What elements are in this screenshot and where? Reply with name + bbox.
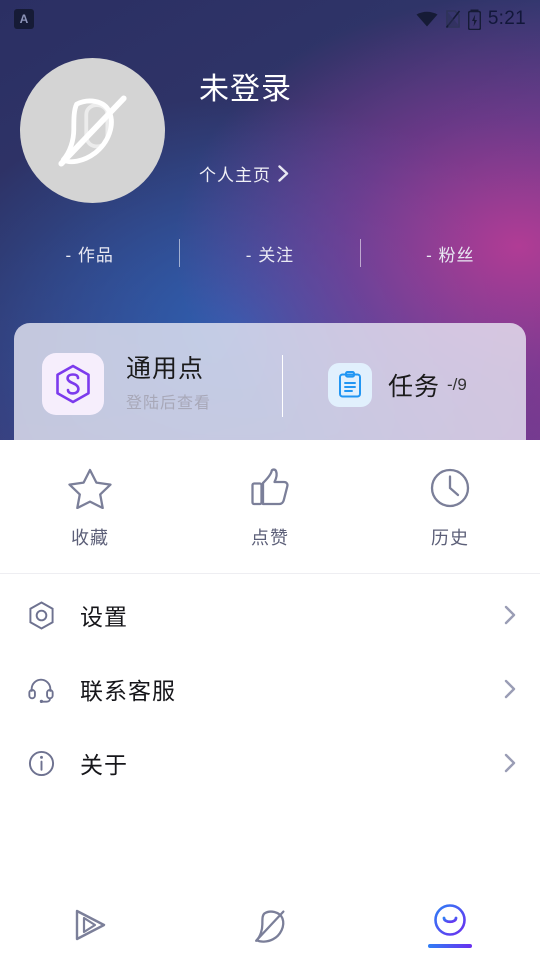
content-sheet: 收藏 点赞 历史 设置 联系客服 关于 <box>0 440 540 900</box>
stat-works[interactable]: - 作品 <box>0 241 179 266</box>
task-section[interactable]: 任务 -/9 <box>283 323 467 407</box>
chevron-right-icon <box>278 165 289 182</box>
menu-item-contact-support-label: 联系客服 <box>80 678 176 704</box>
personal-homepage-link[interactable]: 个人主页 <box>199 161 292 186</box>
smiley-profile-icon <box>434 904 466 936</box>
quick-action-favorites[interactable]: 收藏 <box>15 467 165 550</box>
leaf-logo-icon <box>255 910 285 943</box>
bottom-navigation <box>0 890 540 960</box>
status-bar-left: A <box>14 9 34 29</box>
menu-item-contact-support[interactable]: 联系客服 <box>0 652 540 726</box>
avatar[interactable] <box>20 58 165 203</box>
stat-following-label: 关注 <box>258 245 295 265</box>
menu-item-settings[interactable]: 设置 <box>0 578 540 652</box>
quick-action-favorites-label: 收藏 <box>71 528 109 548</box>
personal-homepage-label: 个人主页 <box>199 166 271 185</box>
chevron-right-icon <box>504 679 516 699</box>
stat-following[interactable]: - 关注 <box>180 241 359 266</box>
clipboard-task-icon <box>328 363 372 407</box>
menu-item-settings-label: 设置 <box>80 604 128 630</box>
nav-item-profile[interactable] <box>360 890 540 960</box>
stat-works-value: - <box>65 245 73 265</box>
task-count: -/9 <box>447 375 467 394</box>
hexagon-points-icon <box>42 353 104 415</box>
quick-action-likes-label: 点赞 <box>251 528 289 548</box>
star-icon <box>68 468 112 509</box>
thumbs-up-icon <box>251 468 289 506</box>
notification-badge-icon: A <box>14 9 34 29</box>
default-avatar-logo-icon <box>57 94 127 167</box>
quick-action-likes[interactable]: 点赞 <box>195 467 345 550</box>
profile-stats: - 作品 - 关注 - 粉丝 <box>0 237 540 269</box>
points-subtitle: 登陆后查看 <box>126 394 212 412</box>
profile-info: 未登录 个人主页 <box>199 58 292 186</box>
battery-charging-icon <box>467 9 481 30</box>
stat-works-label: 作品 <box>77 245 114 265</box>
task-label: 任务 <box>388 373 441 401</box>
nav-item-play[interactable] <box>0 890 180 960</box>
points-text: 通用点 登陆后查看 <box>126 355 211 413</box>
profile-screen: A 5:21 未登录 个人主页 - 作品 - 关注 - 粉丝 通用点 登陆后查看… <box>0 0 540 960</box>
quick-action-history-label: 历史 <box>431 528 469 548</box>
sim-card-off-icon <box>445 10 460 28</box>
stat-fans-label: 粉丝 <box>438 245 475 265</box>
menu-list: 设置 联系客服 关于 <box>0 574 540 800</box>
stat-following-value: - <box>245 245 253 265</box>
settings-hexagon-icon <box>24 600 58 630</box>
wifi-icon <box>416 11 438 27</box>
nav-item-discover[interactable] <box>180 890 360 960</box>
menu-item-about[interactable]: 关于 <box>0 726 540 800</box>
headset-support-icon <box>24 675 58 703</box>
play-triangle-icon <box>75 909 106 941</box>
quick-action-history[interactable]: 历史 <box>375 467 525 550</box>
stat-fans[interactable]: - 粉丝 <box>361 241 540 266</box>
nav-active-indicator <box>428 944 472 948</box>
chevron-right-icon <box>504 753 516 773</box>
status-bar-right: 5:21 <box>416 8 526 30</box>
points-task-card: 通用点 登陆后查看 任务 -/9 <box>14 323 526 440</box>
status-bar: A 5:21 <box>0 0 540 38</box>
chevron-right-icon <box>504 605 516 625</box>
profile-header: A 5:21 未登录 个人主页 - 作品 - 关注 - 粉丝 通用点 登陆后查看… <box>0 0 540 440</box>
points-title: 通用点 <box>126 355 205 384</box>
nickname: 未登录 <box>199 73 292 106</box>
info-circle-icon <box>24 750 58 777</box>
stat-fans-value: - <box>426 245 433 265</box>
quick-actions: 收藏 点赞 历史 <box>0 440 540 573</box>
menu-item-about-label: 关于 <box>80 752 128 778</box>
status-bar-clock: 5:21 <box>487 8 526 29</box>
notification-badge-letter: A <box>19 12 29 26</box>
clock-history-icon <box>430 468 470 508</box>
profile-block: 未登录 个人主页 <box>20 58 292 203</box>
points-section[interactable]: 通用点 登陆后查看 <box>14 323 282 415</box>
